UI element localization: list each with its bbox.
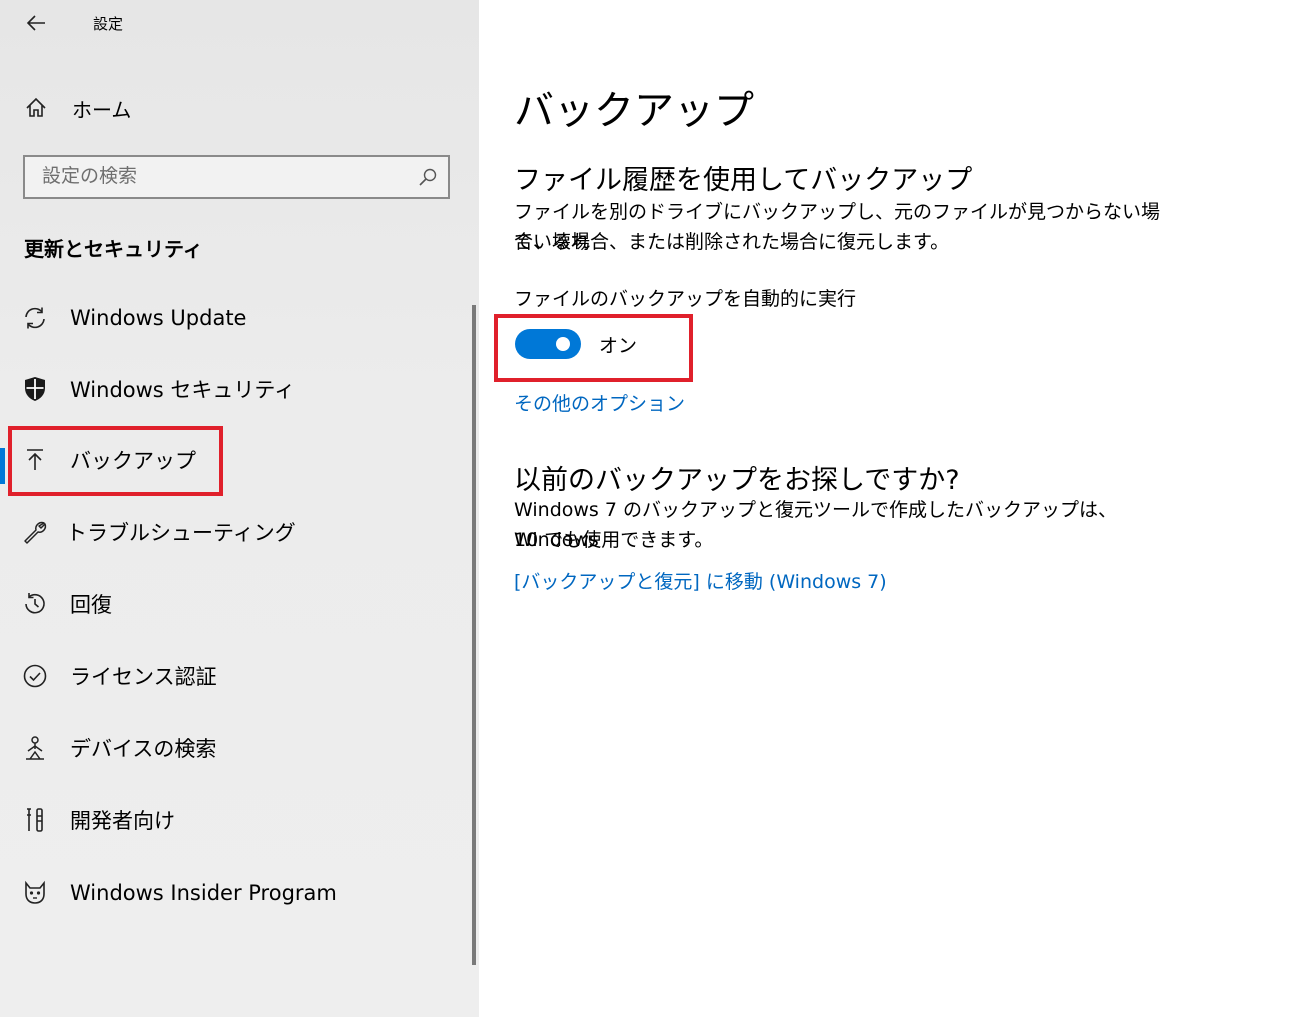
sidebar-item-label: ライセンス認証 xyxy=(70,665,217,689)
wrench-icon xyxy=(20,517,50,547)
sidebar-item-recovery[interactable]: 回復 xyxy=(0,582,440,626)
sidebar-item-label: Windows Insider Program xyxy=(70,881,337,905)
older-backup-heading: 以前のバックアップをお探しですか? xyxy=(514,465,960,496)
history-icon xyxy=(20,589,50,619)
more-options-link[interactable]: その他のオプション xyxy=(514,389,685,416)
file-history-heading: ファイル履歴を使用してバックアップ xyxy=(514,165,973,196)
back-button[interactable] xyxy=(22,10,50,36)
main-content: バックアップ ファイル履歴を使用してバックアップ ファイルを別のドライブにバック… xyxy=(479,0,1307,1017)
file-history-description-line2: ている場合、または削除された場合に復元します。 xyxy=(514,231,950,253)
developer-tools-icon xyxy=(20,805,50,835)
page-title: バックアップ xyxy=(514,88,754,134)
shield-icon xyxy=(20,374,50,404)
sidebar-item-find-device[interactable]: デバイスの検索 xyxy=(0,726,440,770)
search-box[interactable] xyxy=(23,155,450,199)
person-location-icon xyxy=(20,733,50,763)
home-label: ホーム xyxy=(72,97,132,122)
sidebar-item-activation[interactable]: ライセンス認証 xyxy=(0,654,440,698)
sidebar-scrollbar[interactable] xyxy=(472,305,476,965)
sidebar-item-windows-update[interactable]: Windows Update xyxy=(0,296,440,340)
insider-cat-icon xyxy=(20,878,50,908)
app-title: 設定 xyxy=(93,15,124,33)
highlight-box-toggle xyxy=(494,314,693,382)
search-input[interactable] xyxy=(25,157,402,195)
home-nav-item[interactable]: ホーム xyxy=(22,92,131,124)
backup-restore-windows7-link[interactable]: [バックアップと復元] に移動 (Windows 7) xyxy=(514,567,887,594)
sidebar-item-label: トラブルシューティング xyxy=(66,521,296,545)
highlight-box-backup xyxy=(8,426,223,496)
older-backup-description-line2: 10 でも使用できます。 xyxy=(514,529,714,551)
sidebar-item-label: Windows Update xyxy=(70,306,247,330)
sidebar-item-label: 開発者向け xyxy=(70,809,175,833)
check-circle-icon xyxy=(20,661,50,691)
back-arrow-icon xyxy=(26,15,45,31)
sidebar-item-developers[interactable]: 開発者向け xyxy=(0,798,440,842)
sync-icon xyxy=(20,303,50,333)
sidebar-item-windows-security[interactable]: Windows セキュリティ xyxy=(0,367,440,411)
auto-backup-setting-label: ファイルのバックアップを自動的に実行 xyxy=(514,288,857,310)
sidebar-item-troubleshoot[interactable]: トラブルシューティング xyxy=(0,510,440,554)
section-title: 更新とセキュリティ xyxy=(24,237,203,261)
sidebar-item-label: 回復 xyxy=(70,593,112,617)
sidebar: 設定 ホーム 更新とセキュリティ Windows Upd xyxy=(0,0,479,1017)
sidebar-item-label: デバイスの検索 xyxy=(70,737,217,761)
home-icon xyxy=(22,94,50,122)
sidebar-item-insider[interactable]: Windows Insider Program xyxy=(0,871,440,915)
search-icon[interactable] xyxy=(418,167,438,187)
sidebar-item-label: Windows セキュリティ xyxy=(70,378,296,402)
